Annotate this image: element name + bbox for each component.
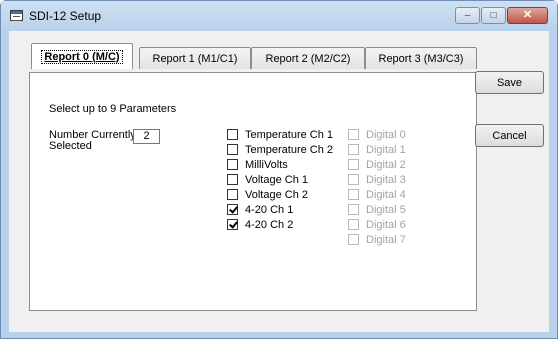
instruction-text: Select up to 9 Parameters — [49, 103, 177, 115]
checkbox-disabled — [348, 204, 359, 215]
param-digital-5: Digital 5 — [348, 203, 406, 216]
checkbox[interactable] — [227, 129, 238, 140]
tab-report-3[interactable]: Report 3 (M3/C3) — [365, 47, 477, 69]
report-0-panel: Select up to 9 Parameters Number Current… — [29, 72, 477, 311]
checkbox-label: Voltage Ch 2 — [245, 188, 308, 201]
minimize-button[interactable]: – — [455, 7, 480, 24]
checkbox-label: Digital 4 — [366, 188, 406, 201]
checkbox-disabled — [348, 129, 359, 140]
param-millivolts[interactable]: MilliVolts — [227, 158, 288, 171]
checkbox[interactable] — [227, 144, 238, 155]
app-window-icon — [10, 10, 23, 21]
param-temperature-ch1[interactable]: Temperature Ch 1 — [227, 128, 333, 141]
param-4-20-ch2[interactable]: 4-20 Ch 2 — [227, 218, 293, 231]
param-digital-3: Digital 3 — [348, 173, 406, 186]
count-label-line2: Selected — [49, 140, 92, 152]
param-digital-6: Digital 6 — [348, 218, 406, 231]
checkbox-label: 4-20 Ch 1 — [245, 203, 294, 216]
checkbox-label: Digital 3 — [366, 173, 406, 186]
save-button[interactable]: Save — [475, 71, 544, 94]
maximize-button[interactable]: □ — [481, 7, 506, 24]
checkbox-label: Digital 6 — [366, 218, 406, 231]
checkbox-disabled — [348, 234, 359, 245]
checkbox-disabled — [348, 189, 359, 200]
checkbox-label: Voltage Ch 1 — [245, 173, 308, 186]
window-title: SDI-12 Setup — [29, 9, 102, 23]
checkbox[interactable] — [227, 189, 238, 200]
checkbox-label: Digital 7 — [366, 233, 406, 246]
tab-report-2[interactable]: Report 2 (M2/C2) — [251, 47, 365, 69]
checkbox-checked[interactable] — [227, 204, 238, 215]
tab-report-0[interactable]: Report 0 (M/C) — [31, 43, 133, 69]
tab-report-1[interactable]: Report 1 (M1/C1) — [139, 47, 251, 69]
checkbox-disabled — [348, 144, 359, 155]
checkbox-label: 4-20 Ch 2 — [245, 218, 294, 231]
tab-label: Report 3 (M3/C3) — [378, 52, 464, 65]
checkbox[interactable] — [227, 159, 238, 170]
dialog-client-area: Report 0 (M/C) Report 1 (M1/C1) Report 2… — [9, 31, 549, 332]
checkbox-label: Digital 2 — [366, 158, 406, 171]
checkbox-label: Digital 5 — [366, 203, 406, 216]
param-digital-4: Digital 4 — [348, 188, 406, 201]
param-voltage-ch2[interactable]: Voltage Ch 2 — [227, 188, 308, 201]
close-button[interactable]: ✕ — [507, 7, 548, 24]
param-digital-0: Digital 0 — [348, 128, 406, 141]
checkbox-label: Temperature Ch 2 — [245, 143, 334, 156]
checkbox-label: Digital 0 — [366, 128, 406, 141]
title-bar: SDI-12 Setup – □ ✕ — [1, 1, 557, 31]
param-temperature-ch2[interactable]: Temperature Ch 2 — [227, 143, 333, 156]
checkbox-disabled — [348, 219, 359, 230]
param-digital-2: Digital 2 — [348, 158, 406, 171]
param-digital-1: Digital 1 — [348, 143, 406, 156]
checkbox-label: MilliVolts — [245, 158, 288, 171]
checkbox-disabled — [348, 159, 359, 170]
caption-buttons: – □ ✕ — [455, 7, 548, 24]
tab-label: Report 1 (M1/C1) — [152, 52, 238, 65]
checkbox-label: Digital 1 — [366, 143, 406, 156]
sdi12-setup-window: SDI-12 Setup – □ ✕ Report 0 (M/C) Report… — [0, 0, 558, 339]
tab-label: Report 0 (M/C) — [41, 49, 123, 64]
param-digital-7: Digital 7 — [348, 233, 406, 246]
checkbox[interactable] — [227, 174, 238, 185]
param-voltage-ch1[interactable]: Voltage Ch 1 — [227, 173, 308, 186]
selected-count-field: 2 — [133, 129, 160, 144]
checkbox-label: Temperature Ch 1 — [245, 128, 334, 141]
param-4-20-ch1[interactable]: 4-20 Ch 1 — [227, 203, 293, 216]
tab-label: Report 2 (M2/C2) — [265, 52, 351, 65]
checkbox-disabled — [348, 174, 359, 185]
cancel-button[interactable]: Cancel — [475, 124, 544, 147]
checkbox-checked[interactable] — [227, 219, 238, 230]
